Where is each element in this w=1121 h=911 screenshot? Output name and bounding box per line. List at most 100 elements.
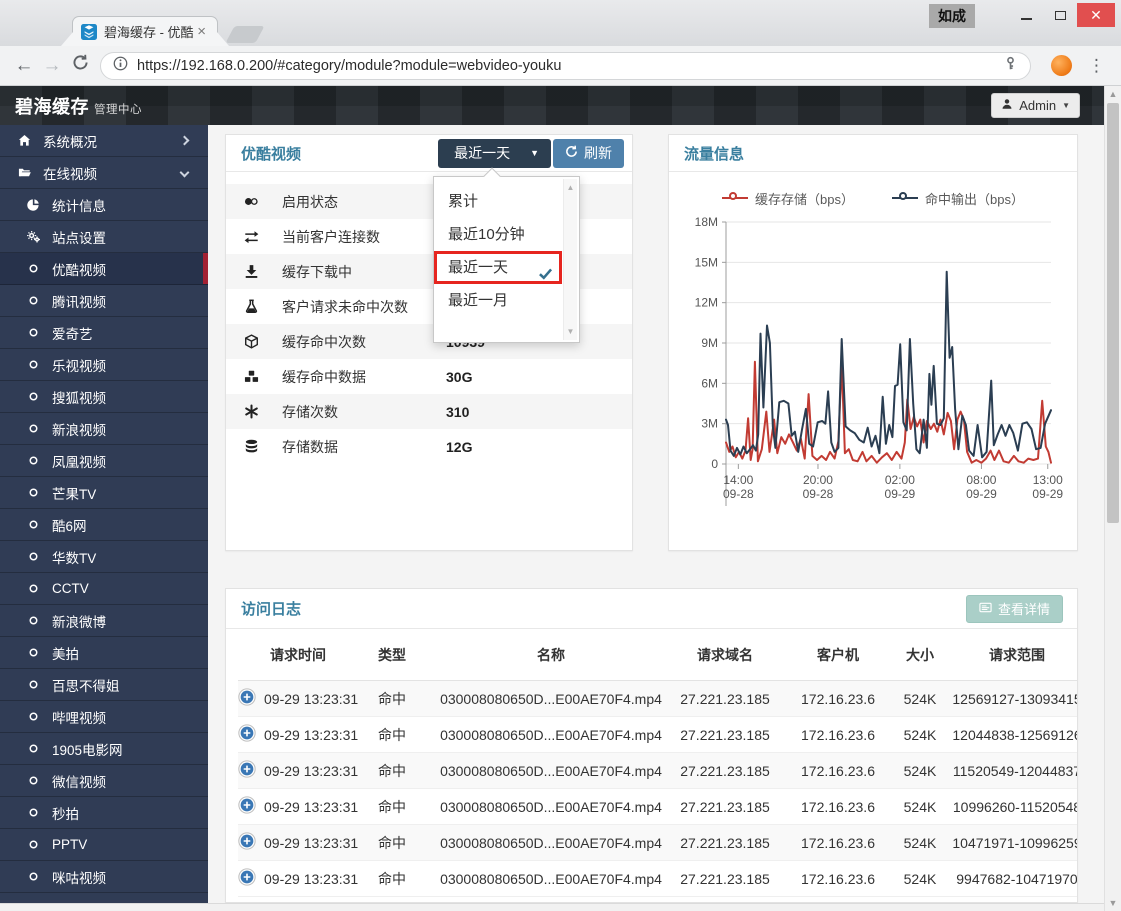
- sidebar-item-bilibili[interactable]: 哔哩视频: [0, 701, 208, 733]
- ime-badge: 如成: [929, 4, 975, 28]
- sidebar-item-ku6[interactable]: 酷6网: [0, 509, 208, 541]
- sidebar-item-label: 搜狐视频: [52, 387, 208, 407]
- column-header: 请求范围: [952, 645, 1078, 665]
- scroll-up-icon[interactable]: ▲: [564, 183, 577, 192]
- back-button[interactable]: ←: [10, 55, 38, 77]
- circle-icon: [25, 518, 42, 531]
- sidebar-item-movie1905[interactable]: 1905电影网: [0, 733, 208, 765]
- url-text[interactable]: https://192.168.0.200/#category/module?m…: [137, 58, 1003, 74]
- traffic-panel-title: 流量信息: [684, 143, 1069, 164]
- url-bar[interactable]: https://192.168.0.200/#category/module?m…: [100, 52, 1031, 80]
- sidebar-item-label: 芒果TV: [52, 483, 208, 503]
- window-close-button[interactable]: ✕: [1077, 3, 1115, 27]
- detail-icon: [979, 601, 992, 617]
- circle-icon: [25, 486, 42, 499]
- sidebar-item-wechat-video[interactable]: 微信视频: [0, 765, 208, 797]
- browser-tab[interactable]: 碧海缓存 - 优酷视频 ×: [72, 16, 218, 46]
- info-icon[interactable]: [113, 56, 128, 76]
- expand-row-icon[interactable]: [238, 688, 256, 709]
- dropdown-option[interactable]: 最近一月: [434, 284, 562, 317]
- new-tab-button[interactable]: [225, 26, 264, 43]
- sidebar-item-miaopai[interactable]: 秒拍: [0, 797, 208, 829]
- sidebar-item-ifeng[interactable]: 凤凰视频: [0, 445, 208, 477]
- admin-menu-button[interactable]: Admin ▼: [991, 93, 1080, 118]
- extension-icon[interactable]: [1051, 55, 1072, 76]
- refresh-button[interactable]: 刷新: [553, 139, 624, 168]
- expand-row-icon[interactable]: [238, 796, 256, 817]
- sidebar-item-migu[interactable]: 咪咕视频: [0, 861, 208, 893]
- reload-button[interactable]: [66, 54, 94, 77]
- legend-item[interactable]: 命中输出（bps）: [892, 189, 1024, 208]
- dropdown-option[interactable]: 最近一天: [434, 251, 562, 284]
- scroll-down-icon[interactable]: ▼: [564, 327, 577, 336]
- svg-text:09-28: 09-28: [803, 487, 834, 501]
- dropdown-option-label: 最近一月: [448, 292, 508, 309]
- period-select-button[interactable]: 最近一天 ▼: [438, 139, 551, 168]
- log-panel-title: 访问日志: [241, 598, 966, 619]
- sidebar-item-meipai[interactable]: 美拍: [0, 637, 208, 669]
- sidebar-item-cctv[interactable]: CCTV: [0, 573, 208, 605]
- stat-value: 310: [446, 404, 469, 420]
- window-maximize-button[interactable]: [1043, 3, 1077, 27]
- dropdown-scrollbar[interactable]: ▲ ▼: [563, 179, 577, 340]
- dropdown-option[interactable]: 累计: [434, 185, 562, 218]
- svg-text:14:00: 14:00: [723, 473, 753, 487]
- refresh-label: 刷新: [584, 143, 612, 163]
- browser-menu-icon[interactable]: ⋮: [1082, 56, 1111, 76]
- cell-range: 11520549-12044837: [952, 763, 1078, 779]
- sidebar-item-iqiyi[interactable]: 爱奇艺: [0, 317, 208, 349]
- legend-marker-icon: [722, 193, 748, 203]
- traffic-panel: 流量信息 缓存存储（bps）命中输出（bps） 03M6M9M12M15M18M…: [668, 134, 1078, 551]
- expand-row-icon[interactable]: [238, 760, 256, 781]
- window-bottom-edge: [0, 903, 1104, 911]
- sidebar-item-label: 站点设置: [52, 227, 208, 247]
- sidebar-item-wasu[interactable]: 华数TV: [0, 541, 208, 573]
- sidebar-item-budejie[interactable]: 百思不得姐: [0, 669, 208, 701]
- dropdown-option[interactable]: 最近10分钟: [434, 218, 562, 251]
- sidebar-item-label: 新浪视频: [52, 419, 208, 439]
- sidebar-item-tencent[interactable]: 腾讯视频: [0, 285, 208, 317]
- forward-button[interactable]: →: [38, 55, 66, 77]
- sidebar-item-system-overview[interactable]: 系统概况: [0, 125, 208, 157]
- sidebar-item-letv[interactable]: 乐视视频: [0, 349, 208, 381]
- page-scrollbar[interactable]: ▲ ▼: [1104, 86, 1121, 911]
- stat-row: 缓存命中数据30G: [226, 359, 632, 394]
- sidebar-item-label: 乐视视频: [52, 355, 208, 375]
- sidebar-item-online-video[interactable]: 在线视频: [0, 157, 208, 189]
- sidebar-item-label: 秒拍: [52, 803, 208, 823]
- cell-domain: 27.221.23.185: [662, 835, 788, 851]
- sidebar-item-pptv[interactable]: PPTV: [0, 829, 208, 861]
- window-minimize-button[interactable]: [1009, 3, 1043, 27]
- sidebar-item-mgtv[interactable]: 芒果TV: [0, 477, 208, 509]
- sidebar-item-sina-video[interactable]: 新浪视频: [0, 413, 208, 445]
- cell-range: 12044838-12569126: [952, 727, 1078, 743]
- sidebar-item-stats-info[interactable]: 统计信息: [0, 189, 208, 221]
- cell-type: 命中: [378, 725, 440, 745]
- flask-icon: [244, 299, 266, 314]
- key-icon[interactable]: [1003, 56, 1018, 76]
- chart-legend: 缓存存储（bps） 命中输出（bps）: [669, 188, 1077, 208]
- scrollbar-up-icon[interactable]: ▲: [1105, 89, 1121, 99]
- view-detail-button[interactable]: 查看详情: [966, 595, 1063, 623]
- circle-icon: [25, 550, 42, 563]
- svg-text:09-29: 09-29: [885, 487, 916, 501]
- tab-close-icon[interactable]: ×: [194, 23, 209, 40]
- expand-row-icon[interactable]: [238, 724, 256, 745]
- sidebar-item-label: 爱奇艺: [52, 323, 208, 343]
- expand-row-icon[interactable]: [238, 868, 256, 889]
- dropdown-options: 累计最近10分钟最近一天最近一月: [434, 185, 562, 317]
- legend-item[interactable]: 缓存存储（bps）: [722, 189, 854, 208]
- cell-time: 09-29 13:23:31: [264, 727, 358, 743]
- sidebar-item-youku[interactable]: 优酷视频: [0, 253, 208, 285]
- circle-icon: [25, 358, 42, 371]
- asterisk-icon: [244, 404, 266, 419]
- sidebar-item-sina-weibo[interactable]: 新浪微博: [0, 605, 208, 637]
- svg-text:09-29: 09-29: [966, 487, 997, 501]
- stat-label: 缓存命中数据: [282, 367, 366, 387]
- sidebar-item-sohu[interactable]: 搜狐视频: [0, 381, 208, 413]
- sidebar-item-site-settings[interactable]: 站点设置: [0, 221, 208, 253]
- sidebar-item-label: PPTV: [52, 837, 208, 852]
- expand-row-icon[interactable]: [238, 832, 256, 853]
- scrollbar-down-icon[interactable]: ▼: [1105, 898, 1121, 908]
- scrollbar-thumb[interactable]: [1107, 103, 1119, 523]
